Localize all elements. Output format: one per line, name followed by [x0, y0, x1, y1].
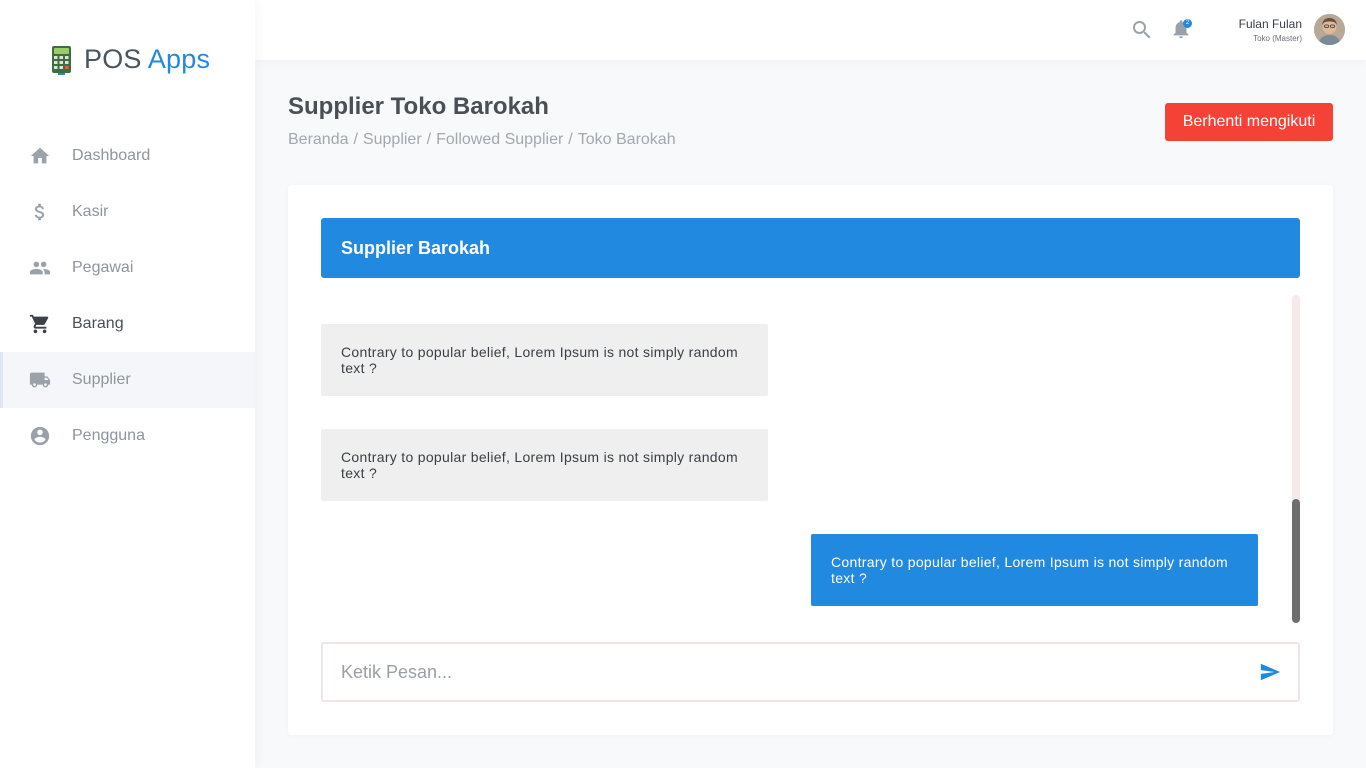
sidebar-item-label: Dashboard: [72, 147, 151, 164]
breadcrumb-item[interactable]: Beranda: [288, 131, 349, 149]
chat-title: Supplier Barokah: [341, 237, 491, 258]
calculator-icon: [52, 45, 71, 75]
user-role: Toko (Master): [1253, 34, 1302, 43]
breadcrumb: Beranda / Supplier / Followed Supplier /…: [288, 131, 676, 149]
sidebar-item-supplier[interactable]: Supplier: [0, 352, 255, 408]
sidebar-item-kasir[interactable]: Kasir: [0, 184, 255, 240]
chat-header: Supplier Barokah: [321, 218, 1300, 278]
breadcrumb-separator: /: [353, 131, 358, 148]
sidebar-item-label: Pengguna: [72, 427, 145, 444]
brand-name: POS Apps: [84, 44, 210, 75]
brand-name-part2: Apps: [147, 44, 211, 74]
sidebar-item-barang[interactable]: Barang: [0, 296, 255, 352]
message-bubble-incoming: Contrary to popular belief, Lorem Ipsum …: [321, 324, 768, 396]
message-input[interactable]: [323, 644, 1243, 700]
unfollow-button[interactable]: Berhenti mengikuti: [1165, 103, 1333, 141]
sidebar-item-pegawai[interactable]: Pegawai: [0, 240, 255, 296]
breadcrumb-item[interactable]: Supplier: [363, 131, 422, 149]
sidebar-item-label: Kasir: [72, 203, 109, 220]
sidebar-nav: Dashboard Kasir Pegawai Barang Supplier: [0, 128, 255, 464]
people-icon: [28, 256, 52, 280]
sidebar-item-dashboard[interactable]: Dashboard: [0, 128, 255, 184]
chat-scrollbar-thumb[interactable]: [1292, 499, 1300, 623]
chat-scrollbar[interactable]: [1292, 295, 1300, 623]
home-icon: [28, 144, 52, 168]
brand-logo[interactable]: POS Apps: [50, 44, 210, 75]
sidebar-item-label: Barang: [72, 315, 124, 332]
breadcrumb-separator: /: [568, 131, 573, 148]
account-circle-icon: [28, 424, 52, 448]
cart-icon: [28, 312, 52, 336]
notification-bell-icon[interactable]: 2: [1170, 18, 1194, 42]
sidebar: POS Apps Dashboard Kasir Pegawai Barang …: [0, 0, 255, 768]
breadcrumb-item-current: Toko Barokah: [577, 131, 676, 148]
breadcrumb-separator: /: [426, 131, 432, 148]
send-icon[interactable]: [1259, 661, 1283, 685]
avatar[interactable]: [1314, 14, 1345, 45]
search-icon[interactable]: [1130, 18, 1154, 42]
brand-name-part1: POS: [84, 44, 142, 74]
dollar-icon: [28, 200, 52, 224]
topbar: 2 Fulan Fulan Toko (Master): [255, 0, 1366, 60]
notification-badge: 2: [1183, 19, 1192, 28]
user-info[interactable]: Fulan Fulan Toko (Master): [1239, 17, 1302, 43]
message-bubble-incoming: Contrary to popular belief, Lorem Ipsum …: [321, 429, 768, 501]
sidebar-item-label: Pegawai: [72, 259, 134, 276]
message-bubble-outgoing: Contrary to popular belief, Lorem Ipsum …: [811, 534, 1258, 606]
page-title: Supplier Toko Barokah: [288, 93, 549, 120]
truck-icon: [28, 368, 52, 392]
sidebar-item-pengguna[interactable]: Pengguna: [0, 408, 255, 464]
breadcrumb-item[interactable]: Followed Supplier: [436, 131, 563, 149]
sidebar-item-label: Supplier: [72, 371, 131, 388]
message-input-container: [321, 642, 1300, 702]
chat-card: Supplier Barokah Contrary to popular bel…: [288, 185, 1333, 735]
user-name: Fulan Fulan: [1238, 17, 1302, 31]
